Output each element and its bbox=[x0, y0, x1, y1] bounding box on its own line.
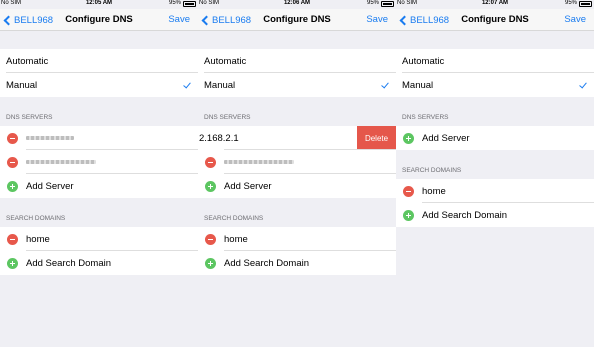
automatic-option[interactable]: Automatic bbox=[0, 49, 198, 73]
automatic-label: Automatic bbox=[402, 55, 445, 67]
search-domains-header: SEARCH DOMAINS bbox=[6, 215, 66, 222]
dns-server-row[interactable] bbox=[198, 150, 396, 174]
automatic-label: Automatic bbox=[204, 55, 247, 67]
dns-server-address: 2.168.2.1 bbox=[199, 132, 239, 144]
dns-server-row[interactable] bbox=[0, 126, 198, 150]
domain-row[interactable]: home bbox=[0, 227, 198, 251]
manual-option[interactable]: Manual bbox=[396, 73, 594, 97]
add-search-domain-row[interactable]: Add Search Domain bbox=[198, 251, 396, 275]
save-button[interactable]: Save bbox=[366, 14, 388, 25]
screen-2: No SIM 12:06 AM 95% BELL968 Configure DN… bbox=[198, 0, 396, 347]
status-bar: No SIM 12:05 AM 95% bbox=[0, 0, 198, 9]
dns-server-row-swiped[interactable]: 2.168.2.1 Delete bbox=[198, 126, 396, 150]
add-search-domain-label: Add Search Domain bbox=[224, 257, 310, 269]
add-search-domain-row[interactable]: Add Search Domain bbox=[0, 251, 198, 275]
dns-servers-group: Add Server bbox=[0, 126, 198, 198]
screen-1: No SIM 12:05 AM 95% BELL968 Configure DN… bbox=[0, 0, 198, 347]
status-bar: No SIM 12:07 AM 95% bbox=[396, 0, 594, 9]
domain-label: home bbox=[224, 233, 248, 245]
navigation-bar: BELL968 Configure DNS Save bbox=[396, 9, 594, 31]
battery-label: 95% bbox=[564, 0, 577, 6]
add-icon[interactable] bbox=[7, 181, 18, 192]
manual-option[interactable]: Manual bbox=[198, 73, 396, 97]
add-server-row[interactable]: Add Server bbox=[198, 174, 396, 198]
add-icon[interactable] bbox=[205, 181, 216, 192]
navigation-bar: BELL968 Configure DNS Save bbox=[198, 9, 396, 31]
domain-label: home bbox=[26, 233, 50, 245]
screen-3: No SIM 12:07 AM 95% BELL968 Configure DN… bbox=[396, 0, 594, 347]
dns-servers-header: DNS SERVERS bbox=[204, 114, 251, 121]
config-group: Automatic Manual bbox=[0, 49, 198, 97]
dns-servers-group: Add Server bbox=[396, 126, 594, 150]
manual-label: Manual bbox=[402, 79, 434, 91]
automatic-label: Automatic bbox=[6, 55, 49, 67]
add-icon[interactable] bbox=[403, 133, 414, 144]
checkmark-icon bbox=[579, 80, 587, 89]
battery-label: 95% bbox=[366, 0, 379, 6]
remove-icon[interactable] bbox=[205, 157, 216, 168]
add-search-domain-row[interactable]: Add Search Domain bbox=[396, 203, 594, 227]
add-server-label: Add Server bbox=[422, 132, 470, 144]
manual-option[interactable]: Manual bbox=[0, 73, 198, 97]
add-search-domain-label: Add Search Domain bbox=[26, 257, 112, 269]
domain-label: home bbox=[422, 185, 446, 197]
add-icon[interactable] bbox=[205, 258, 216, 269]
add-server-label: Add Server bbox=[26, 180, 74, 192]
redacted-ip bbox=[26, 160, 96, 164]
dns-server-row[interactable] bbox=[0, 150, 198, 174]
save-button[interactable]: Save bbox=[168, 14, 190, 25]
domain-row[interactable]: home bbox=[198, 227, 396, 251]
delete-button[interactable]: Delete bbox=[357, 126, 396, 150]
add-icon[interactable] bbox=[7, 258, 18, 269]
config-group: Automatic Manual bbox=[198, 49, 396, 97]
dns-servers-group: 2.168.2.1 Delete Add Server bbox=[198, 126, 396, 198]
manual-label: Manual bbox=[6, 79, 38, 91]
navigation-bar: BELL968 Configure DNS Save bbox=[0, 9, 198, 31]
remove-icon[interactable] bbox=[7, 133, 18, 144]
dns-servers-header: DNS SERVERS bbox=[6, 114, 53, 121]
status-bar: No SIM 12:06 AM 95% bbox=[198, 0, 396, 9]
search-domains-header: SEARCH DOMAINS bbox=[204, 215, 264, 222]
remove-icon[interactable] bbox=[403, 186, 414, 197]
add-server-row[interactable]: Add Server bbox=[396, 126, 594, 150]
search-domains-group: home Add Search Domain bbox=[396, 179, 594, 227]
add-search-domain-label: Add Search Domain bbox=[422, 209, 508, 221]
manual-label: Manual bbox=[204, 79, 236, 91]
remove-icon[interactable] bbox=[7, 234, 18, 245]
search-domains-header: SEARCH DOMAINS bbox=[402, 167, 462, 174]
redacted-ip bbox=[26, 136, 74, 140]
redacted-ip bbox=[224, 160, 294, 164]
add-server-row[interactable]: Add Server bbox=[0, 174, 198, 198]
search-domains-group: home Add Search Domain bbox=[198, 227, 396, 275]
remove-icon[interactable] bbox=[205, 234, 216, 245]
search-domains-group: home Add Search Domain bbox=[0, 227, 198, 275]
battery-icon bbox=[183, 1, 196, 7]
dns-servers-header: DNS SERVERS bbox=[402, 114, 449, 121]
add-icon[interactable] bbox=[403, 210, 414, 221]
checkmark-icon bbox=[381, 80, 389, 89]
battery-label: 95% bbox=[168, 0, 181, 6]
battery-icon bbox=[381, 1, 394, 7]
automatic-option[interactable]: Automatic bbox=[198, 49, 396, 73]
save-button[interactable]: Save bbox=[564, 14, 586, 25]
add-server-label: Add Server bbox=[224, 180, 272, 192]
battery-icon bbox=[579, 1, 592, 7]
config-group: Automatic Manual bbox=[396, 49, 594, 97]
checkmark-icon bbox=[183, 80, 191, 89]
remove-icon[interactable] bbox=[7, 157, 18, 168]
domain-row[interactable]: home bbox=[396, 179, 594, 203]
automatic-option[interactable]: Automatic bbox=[396, 49, 594, 73]
